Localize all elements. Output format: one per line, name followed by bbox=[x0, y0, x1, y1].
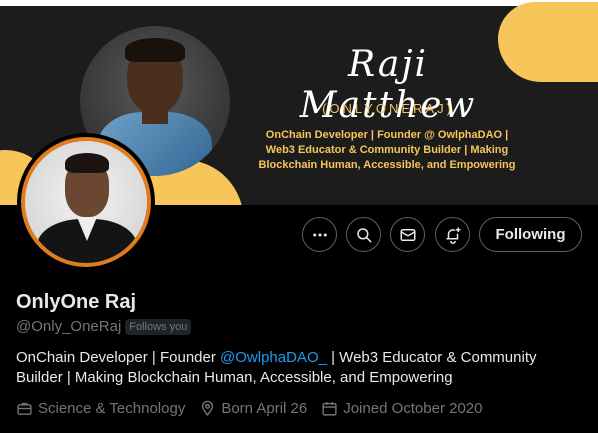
message-button[interactable] bbox=[390, 217, 425, 252]
avatar-ring bbox=[21, 137, 151, 267]
profile-meta: Science & Technology Born April 26 Joine… bbox=[16, 400, 482, 417]
banner-top-edge bbox=[0, 0, 598, 6]
category-label: Science & Technology bbox=[38, 400, 186, 417]
more-button[interactable] bbox=[302, 217, 337, 252]
meta-joined: Joined October 2020 bbox=[321, 400, 482, 417]
search-button[interactable] bbox=[346, 217, 381, 252]
profile-bio: OnChain Developer | Founder @OwlphaDAO_ … bbox=[16, 348, 576, 388]
more-horizontal-icon bbox=[312, 233, 327, 236]
bio-mention-link[interactable]: @OwlphaDAO_ bbox=[220, 349, 327, 366]
bell-plus-icon bbox=[445, 227, 460, 244]
envelope-icon bbox=[400, 228, 415, 241]
follows-you-badge: Follows you bbox=[125, 318, 192, 335]
calendar-icon bbox=[322, 402, 337, 416]
bio-text: OnChain Developer | Founder bbox=[16, 349, 221, 366]
briefcase-icon bbox=[17, 402, 32, 415]
following-button[interactable]: Following bbox=[479, 217, 582, 252]
banner-handle: (ONLYONERAJ) bbox=[322, 101, 454, 116]
joined-label: Joined October 2020 bbox=[343, 400, 483, 417]
username: @Only_OneRaj bbox=[16, 318, 122, 335]
location-pin-icon bbox=[202, 400, 214, 416]
avatar-image bbox=[25, 141, 147, 263]
username-row: @Only_OneRaj Follows you bbox=[16, 318, 192, 335]
notifications-button[interactable] bbox=[435, 217, 470, 252]
profile-avatar[interactable] bbox=[17, 133, 155, 271]
meta-category: Science & Technology bbox=[16, 400, 185, 417]
meta-born: Born April 26 bbox=[199, 400, 307, 417]
search-icon bbox=[356, 227, 371, 242]
born-label: Born April 26 bbox=[221, 400, 308, 417]
banner-tagline: OnChain Developer | Founder @ OwlphaDAO … bbox=[258, 129, 516, 171]
display-name: OnlyOne Raj bbox=[16, 291, 137, 313]
